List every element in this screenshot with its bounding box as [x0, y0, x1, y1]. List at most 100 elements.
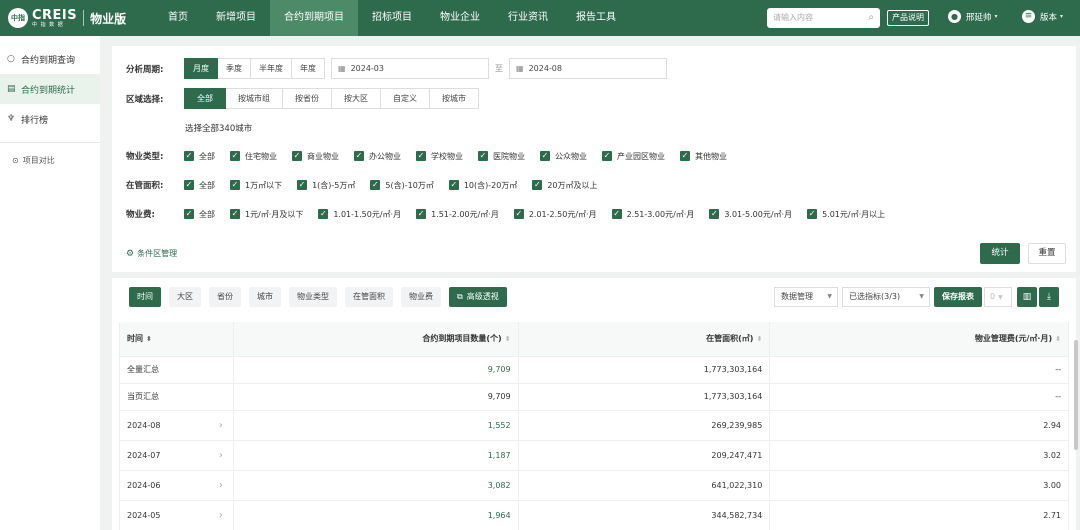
tab-managed-area[interactable]: 在管面积 — [345, 287, 393, 307]
checkbox-fee-1[interactable]: ✓ 1元/㎡·月及以下 — [230, 209, 303, 220]
region-city[interactable]: 按城市 — [430, 88, 479, 109]
save-report-button[interactable]: 保存报表 — [934, 287, 982, 307]
chevron-right-icon[interactable]: › — [219, 501, 223, 530]
period-monthly[interactable]: 月度 — [184, 58, 218, 79]
region-custom[interactable]: 自定义 — [381, 88, 430, 109]
tab-time[interactable]: 时间 — [129, 287, 161, 307]
version-menu[interactable]: ≡ 版本 ▾ — [1022, 10, 1063, 23]
region-segment: 全部 按城市组 按省份 按大区 自定义 按城市 — [184, 88, 479, 109]
page-scrollbar[interactable] — [1074, 340, 1078, 450]
data-management-select[interactable]: 数据管理 ▼ — [774, 287, 838, 307]
column-header-time[interactable]: 时间 ⬍ — [120, 322, 234, 356]
nav-bidding[interactable]: 招标项目 — [358, 0, 426, 36]
period-quarterly[interactable]: 季度 — [218, 58, 251, 79]
search-input[interactable]: 请输入内容 ⌕ — [767, 8, 880, 28]
period-yearly[interactable]: 年度 — [292, 58, 325, 79]
checkbox-area-2[interactable]: ✓ 1(含)-5万㎡ — [297, 180, 355, 191]
chevron-right-icon[interactable]: › — [219, 441, 223, 470]
chart-view-button[interactable]: ▥ — [1017, 287, 1037, 307]
checkbox-label: 1(含)-5万㎡ — [312, 180, 356, 190]
advanced-pivot-button[interactable]: ⧉ 高级透视 — [449, 287, 507, 307]
checkbox-fee-2[interactable]: ✓ 1.01-1.50元/㎡·月 — [318, 209, 401, 220]
cell-count[interactable]: 3,082 — [234, 471, 519, 500]
checkbox-fee-3[interactable]: ✓ 1.51-2.00元/㎡·月 — [416, 209, 499, 220]
region-all[interactable]: 全部 — [184, 88, 226, 109]
check-icon: ✓ — [184, 180, 194, 190]
period-half-year[interactable]: 半年度 — [251, 58, 292, 79]
advanced-pivot-label: 高级透视 — [466, 292, 499, 301]
nav-contract-expiry[interactable]: 合约到期项目 — [270, 0, 358, 36]
nav-companies[interactable]: 物业企业 — [426, 0, 494, 36]
nav-new-projects[interactable]: 新增项目 — [202, 0, 270, 36]
check-icon: ✓ — [807, 209, 818, 219]
checkbox-fee-6[interactable]: ✓ 3.01-5.00元/㎡·月 — [709, 209, 792, 220]
checkbox-area-4[interactable]: ✓ 10(含)-20万㎡ — [448, 180, 517, 191]
checkbox-area-5[interactable]: ✓ 20万㎡及以上 — [532, 180, 598, 191]
table-row[interactable]: 2024-05 › 1,964 344,582,734 2.71 — [120, 501, 1070, 530]
tab-province[interactable]: 省份 — [209, 287, 241, 307]
metrics-select[interactable]: 已选指标(3/3) ▼ — [842, 287, 930, 307]
cell-area: 1,773,303,164 — [519, 357, 771, 383]
nav-news[interactable]: 行业资讯 — [494, 0, 562, 36]
cell-period: 2024-08 › — [120, 411, 234, 440]
checkbox-fee-7[interactable]: ✓ 5.01元/㎡·月以上 — [807, 209, 885, 220]
region-city-group[interactable]: 按城市组 — [226, 88, 283, 109]
tab-fee[interactable]: 物业费 — [401, 287, 441, 307]
table-row[interactable]: 2024-06 › 3,082 641,022,310 3.00 — [120, 471, 1070, 501]
user-menu[interactable]: ● 邢延帅 ▾ — [948, 10, 998, 23]
check-icon: ✓ — [602, 151, 612, 161]
checkbox-residential[interactable]: ✓ 住宅物业 — [230, 151, 277, 162]
checkbox-label: 5.01元/㎡·月以上 — [822, 209, 886, 219]
sidebar-item-stats[interactable]: ▤ 合约到期统计 — [0, 74, 100, 104]
region-selected-text: 选择全部340城市 — [185, 124, 253, 134]
column-header-count[interactable]: 合约到期项目数量(个) ⬍ — [233, 322, 519, 356]
project-compare-link[interactable]: ⊙ 项目对比 — [0, 151, 100, 169]
checkbox-hospital[interactable]: ✓ 医院物业 — [478, 151, 525, 162]
sidebar-item-query[interactable]: ○ 合约到期查询 — [0, 44, 100, 74]
cell-count[interactable]: 1,187 — [234, 441, 519, 470]
product-manual-button[interactable]: 产品说明 — [887, 10, 929, 26]
nav-reports[interactable]: 报告工具 — [562, 0, 630, 36]
table-row[interactable]: 2024-07 › 1,187 209,247,471 3.02 — [120, 441, 1070, 471]
checkbox-school[interactable]: ✓ 学校物业 — [416, 151, 463, 162]
checkbox-area-3[interactable]: ✓ 5(含)-10万㎡ — [370, 180, 434, 191]
cell-period: 全量汇总 — [120, 357, 234, 383]
tab-property-type[interactable]: 物业类型 — [289, 287, 337, 307]
cell-area: 641,022,310 — [519, 471, 771, 500]
checkbox-commercial[interactable]: ✓ 商业物业 — [292, 151, 339, 162]
tab-city[interactable]: 城市 — [249, 287, 281, 307]
checkbox-office[interactable]: ✓ 办公物业 — [354, 151, 401, 162]
checkbox-industrial-park[interactable]: ✓ 产业园区物业 — [602, 151, 665, 162]
condition-manage-link[interactable]: ⚙ 条件区管理 — [126, 248, 177, 259]
checkbox-other[interactable]: ✓ 其他物业 — [680, 151, 727, 162]
checkbox-fee-all[interactable]: ✓ 全部 — [184, 209, 215, 220]
end-date-input[interactable]: ▦ 2024-08 — [509, 58, 667, 79]
cell-count[interactable]: 1,552 — [234, 411, 519, 440]
checkbox-fee-5[interactable]: ✓ 2.51-3.00元/㎡·月 — [611, 209, 694, 220]
cell-count[interactable]: 1,964 — [234, 501, 519, 530]
saved-report-select[interactable]: 0 ▼ — [984, 287, 1012, 307]
checkbox-all[interactable]: ✓ 全部 — [184, 151, 215, 162]
brand[interactable]: 中指 CREIS 中 指 数 据 物业版 — [8, 7, 126, 29]
table-row[interactable]: 2024-08 › 1,552 269,239,985 2.94 — [120, 411, 1070, 441]
cell-count[interactable]: 9,709 — [234, 357, 519, 383]
region-province[interactable]: 按省份 — [283, 88, 332, 109]
sort-icon: ⬍ — [756, 335, 763, 343]
stat-button[interactable]: 统计 — [980, 243, 1020, 264]
column-header-area[interactable]: 在管面积(㎡) ⬍ — [518, 322, 771, 356]
search-icon[interactable]: ⌕ — [868, 8, 874, 28]
checkbox-fee-4[interactable]: ✓ 2.01-2.50元/㎡·月 — [513, 209, 597, 220]
chevron-right-icon[interactable]: › — [219, 411, 223, 440]
download-button[interactable]: ⤓ — [1039, 287, 1059, 307]
start-date-input[interactable]: ▦ 2024-03 — [331, 58, 489, 79]
chevron-right-icon[interactable]: › — [219, 471, 223, 500]
checkbox-public[interactable]: ✓ 公众物业 — [540, 151, 587, 162]
nav-home[interactable]: 首页 — [154, 0, 202, 36]
checkbox-area-1[interactable]: ✓ 1万㎡以下 — [230, 180, 282, 191]
region-area[interactable]: 按大区 — [332, 88, 381, 109]
tab-area[interactable]: 大区 — [169, 287, 201, 307]
checkbox-area-all[interactable]: ✓ 全部 — [184, 180, 215, 191]
column-header-fee[interactable]: 物业管理费(元/㎡·月) ⬍ — [770, 322, 1070, 356]
sidebar-item-ranking[interactable]: ♆ 排行榜 — [0, 104, 100, 134]
reset-button[interactable]: 重置 — [1028, 243, 1066, 264]
